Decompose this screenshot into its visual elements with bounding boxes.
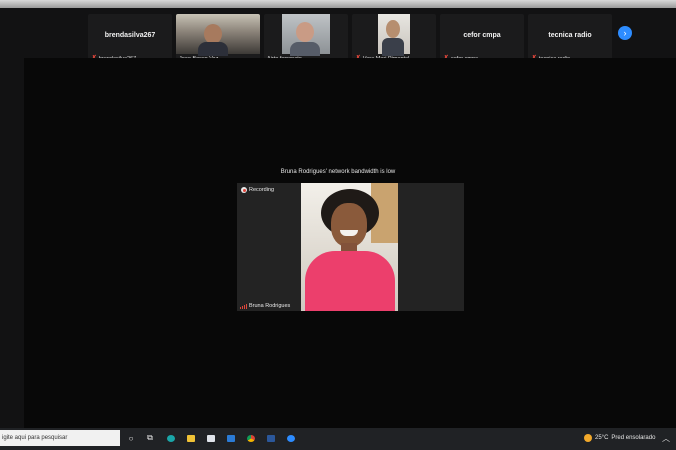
- participant-tile-airto-ferronato[interactable]: Airto ferronato: [264, 14, 348, 64]
- windows-taskbar: igite aqui para pesquisar ○ ⧉ 25°C Pred …: [0, 428, 676, 450]
- participant-display-name: brendasilva267: [104, 32, 156, 39]
- participant-video: [282, 14, 330, 56]
- participant-tile-brendasilva267[interactable]: brendasilva267 ✗brendasilva267: [88, 14, 172, 64]
- participant-display-name: tecnica radio: [548, 32, 592, 39]
- recording-label: Recording: [249, 187, 275, 193]
- file-explorer-icon[interactable]: [186, 433, 196, 443]
- temperature: 25°C: [595, 435, 609, 441]
- task-view-icon[interactable]: ⧉: [145, 433, 155, 443]
- chevron-right-icon[interactable]: ›: [618, 26, 632, 40]
- sun-icon: [584, 434, 592, 442]
- weather-label: Pred ensolarado: [611, 435, 656, 441]
- chevron-up-icon[interactable]: ︿: [662, 433, 670, 444]
- record-icon: [241, 187, 247, 193]
- weather-widget[interactable]: 25°C Pred ensolarado: [584, 434, 655, 442]
- monitor-bezel: [0, 0, 676, 8]
- mail-icon[interactable]: [226, 433, 236, 443]
- participant-strip: brendasilva267 ✗brendasilva267 Joao Bosc…: [88, 14, 648, 64]
- store-icon[interactable]: [206, 433, 216, 443]
- participant-display-name: cefor cmpa: [463, 32, 501, 39]
- network-signal-icon: [240, 303, 247, 309]
- word-icon[interactable]: [266, 433, 276, 443]
- active-speaker-video[interactable]: Recording Bruna Rodrigues: [237, 183, 464, 311]
- participant-video: [378, 14, 410, 56]
- speaker-camera-feed: [301, 183, 398, 311]
- chrome-icon[interactable]: [246, 433, 256, 443]
- participant-tile-joao-bosco-vaz[interactable]: Joao Bosco Vaz: [176, 14, 260, 64]
- speaker-name-tag: Bruna Rodrigues: [240, 303, 290, 309]
- participant-video: [176, 14, 260, 56]
- participant-tile-tecnica-radio[interactable]: tecnica radio ✗tecnica radio: [528, 14, 612, 64]
- edge-icon[interactable]: [166, 433, 176, 443]
- participant-tile-cefor-cmpa[interactable]: cefor cmpa ✗cefor cmpa: [440, 14, 524, 64]
- zoom-icon[interactable]: [286, 433, 296, 443]
- recording-indicator: Recording: [241, 187, 274, 193]
- cortana-icon[interactable]: ○: [126, 433, 136, 443]
- speaker-name: Bruna Rodrigues: [249, 303, 291, 309]
- participant-tile-vera-mari-pimentel[interactable]: ✗Vera Mari Pimentel: [352, 14, 436, 64]
- taskbar-search[interactable]: igite aqui para pesquisar: [0, 430, 120, 446]
- bandwidth-notice: Bruna Rodrigues' network bandwidth is lo…: [280, 169, 396, 175]
